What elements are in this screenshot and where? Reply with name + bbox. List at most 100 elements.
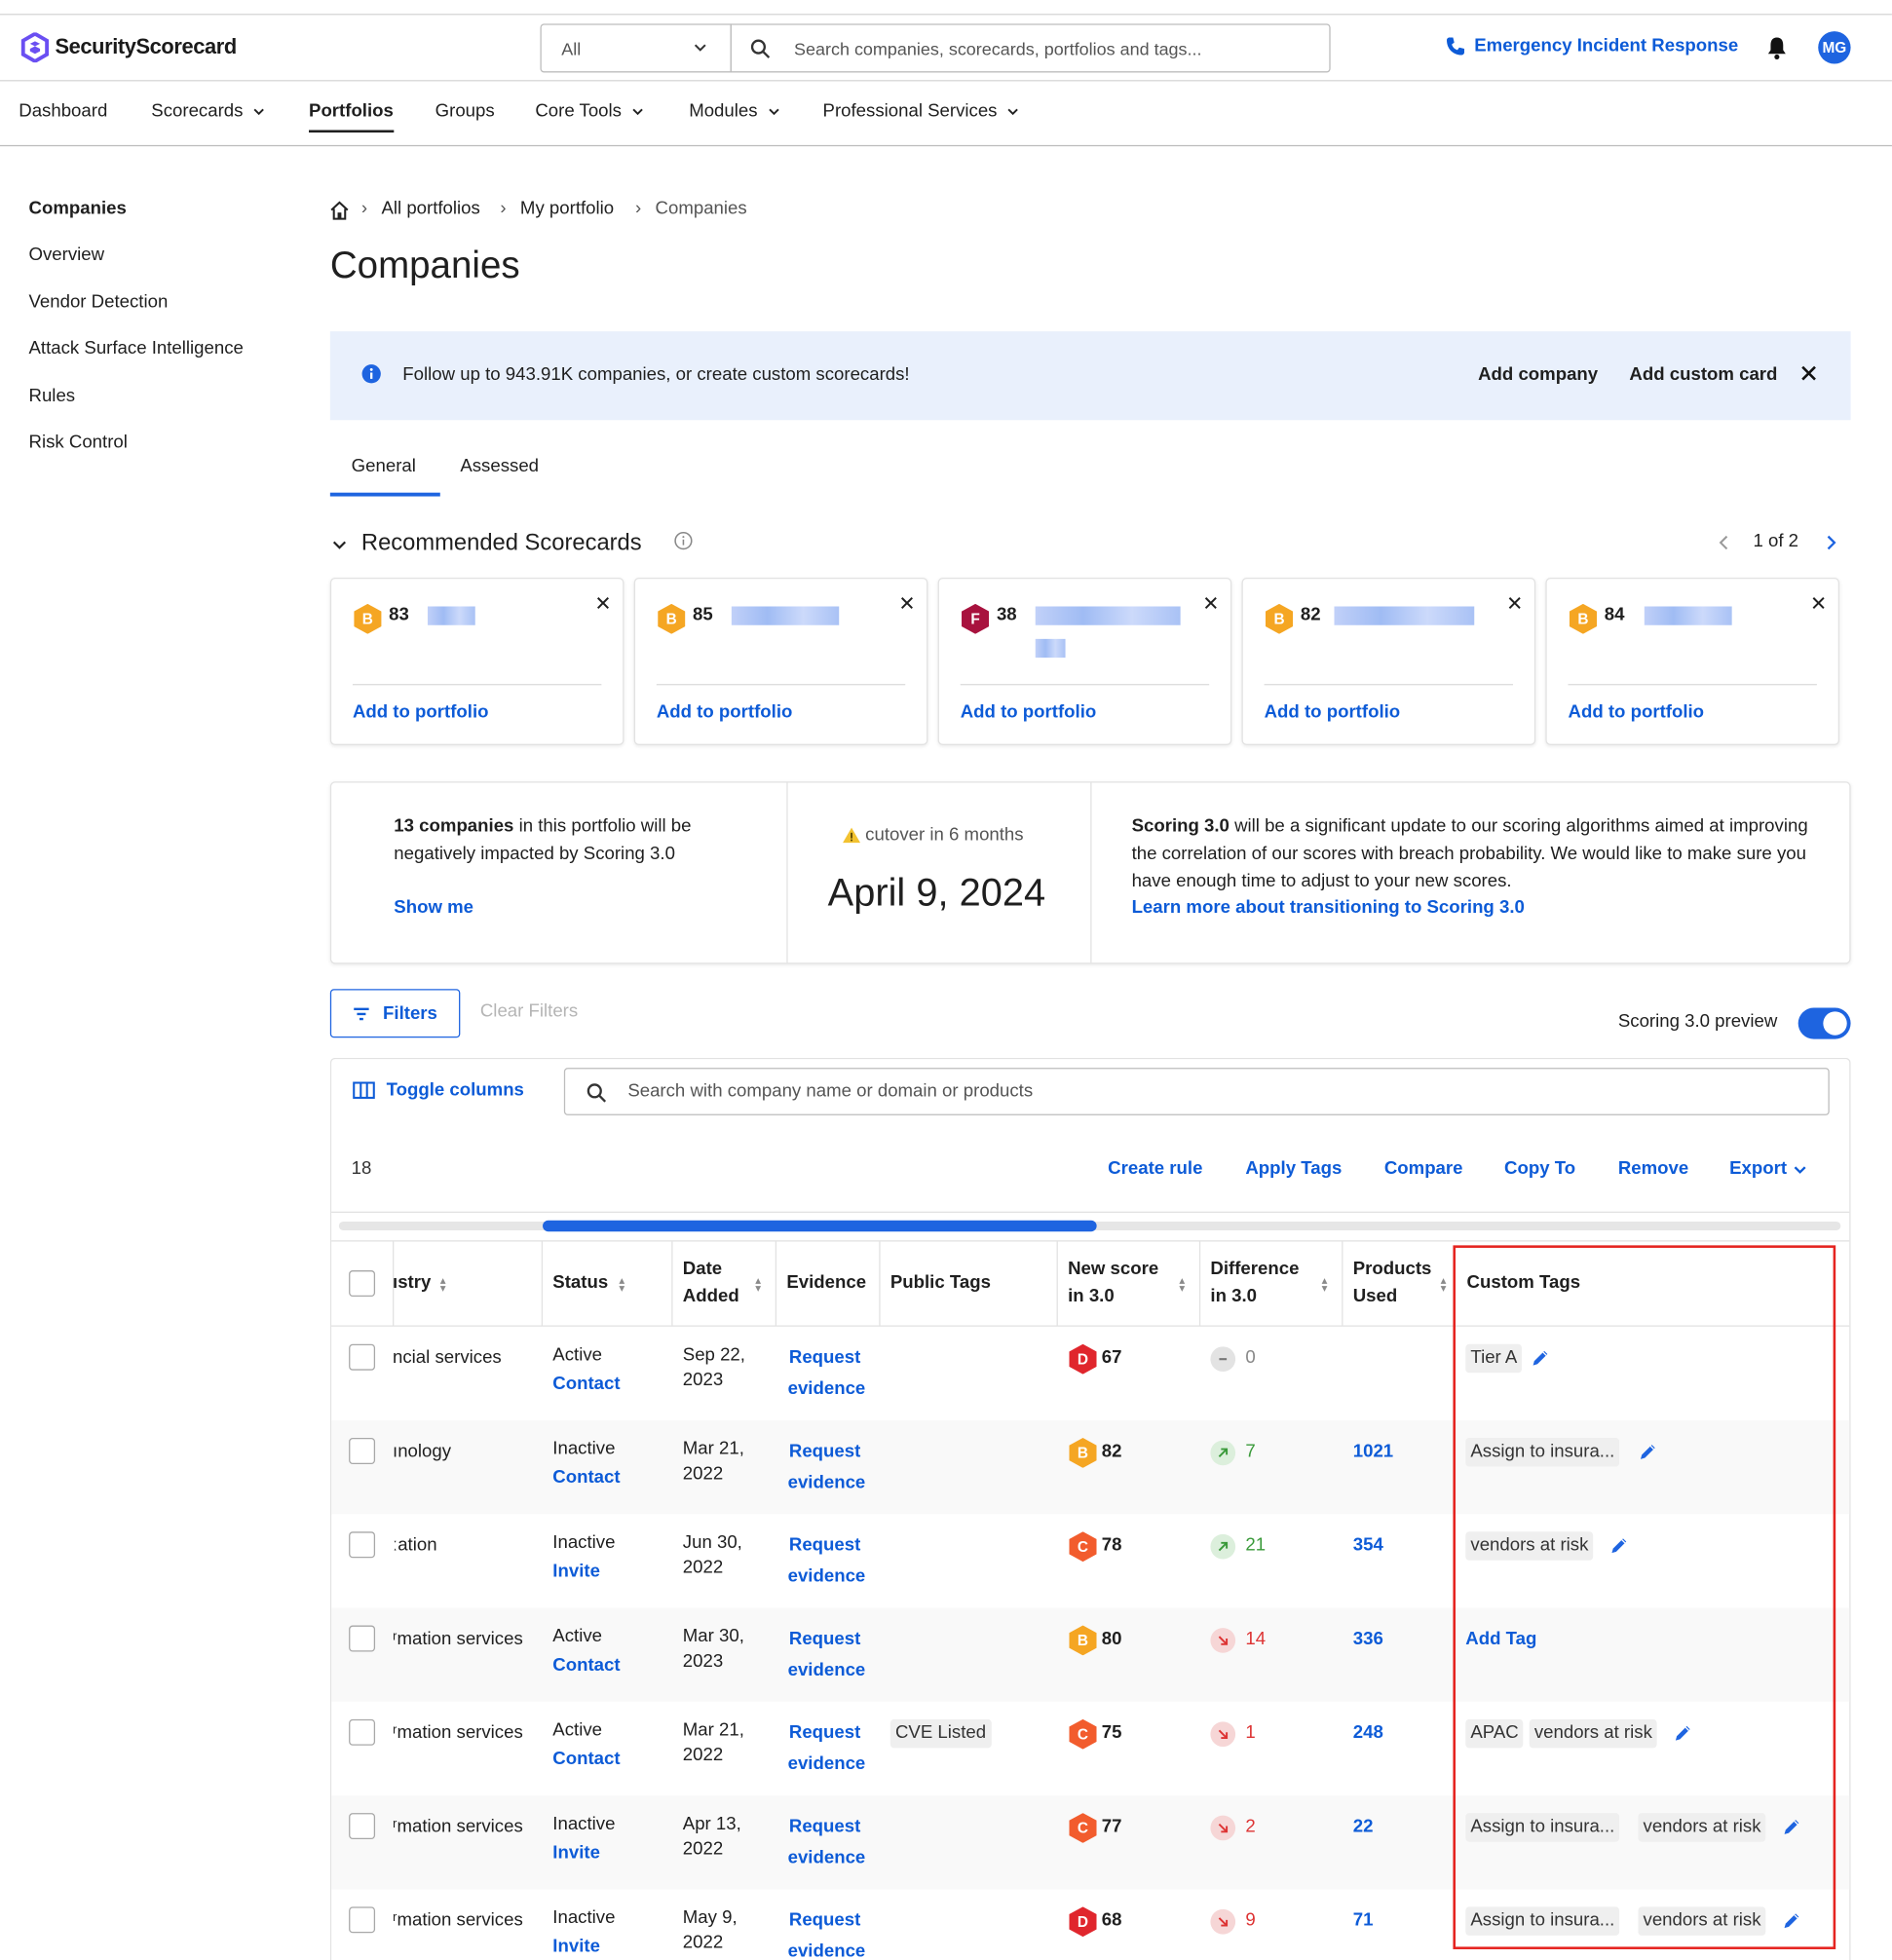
apply-tags-button[interactable]: Apply Tags xyxy=(1245,1159,1342,1180)
recommended-card[interactable]: B 85 ✕ Add to portfolio xyxy=(633,577,928,745)
request-evidence-link[interactable]: Request xyxy=(789,1719,860,1749)
add-to-portfolio-link[interactable]: Add to portfolio xyxy=(1265,702,1401,723)
sidebar-item-risk-control[interactable]: Risk Control xyxy=(29,433,128,453)
create-rule-button[interactable]: Create rule xyxy=(1108,1159,1202,1180)
add-to-portfolio-link[interactable]: Add to portfolio xyxy=(657,702,793,723)
sort-icon[interactable]: ▴ ▾ xyxy=(1179,1275,1185,1294)
nav-item-portfolios[interactable]: Portfolios xyxy=(309,101,394,133)
toggle-columns-button[interactable]: Toggle columns xyxy=(353,1080,524,1100)
col-header-date-added[interactable]: Date Added xyxy=(683,1256,739,1310)
nav-item-dashboard[interactable]: Dashboard xyxy=(19,101,107,122)
col-header-status[interactable]: Status xyxy=(552,1269,608,1297)
select-all-checkbox[interactable] xyxy=(349,1270,376,1297)
cell-status-action-link[interactable]: Contact xyxy=(552,1464,620,1493)
sort-icon[interactable]: ▴ ▾ xyxy=(755,1275,761,1294)
col-header-difference[interactable]: Difference in 3.0 xyxy=(1210,1256,1299,1310)
nav-item-professional-services[interactable]: Professional Services xyxy=(823,101,1020,121)
row-checkbox[interactable] xyxy=(349,1438,376,1464)
export-button[interactable]: Export xyxy=(1729,1159,1806,1179)
request-evidence-link[interactable]: evidence xyxy=(788,1563,866,1592)
add-to-portfolio-link[interactable]: Add to portfolio xyxy=(353,702,489,723)
recommended-card[interactable]: F 38 ✕ Add to portfolio xyxy=(937,577,1232,745)
row-checkbox[interactable] xyxy=(349,1906,376,1934)
row-checkbox[interactable] xyxy=(349,1718,376,1746)
tab-general[interactable]: General xyxy=(352,456,416,476)
cell-status-action-link[interactable]: Invite xyxy=(552,1558,600,1587)
dismiss-card-button[interactable]: ✕ xyxy=(594,591,611,617)
request-evidence-link[interactable]: evidence xyxy=(788,1751,866,1780)
nav-item-scorecards[interactable]: Scorecards xyxy=(151,101,265,121)
recommended-card[interactable]: B 84 ✕ Add to portfolio xyxy=(1545,577,1840,745)
request-evidence-link[interactable]: evidence xyxy=(788,1844,866,1873)
user-avatar[interactable]: MG xyxy=(1818,31,1851,64)
dismiss-card-button[interactable]: ✕ xyxy=(1202,591,1219,617)
add-custom-card-button[interactable]: Add custom card xyxy=(1629,365,1777,386)
cell-products-used-link[interactable]: 354 xyxy=(1353,1531,1383,1561)
horizontal-scrollbar-thumb[interactable] xyxy=(543,1220,1097,1232)
request-evidence-link[interactable]: evidence xyxy=(788,1376,866,1405)
compare-button[interactable]: Compare xyxy=(1384,1159,1463,1180)
close-icon[interactable] xyxy=(1800,365,1817,382)
breadcrumb-all-portfolios[interactable]: All portfolios xyxy=(381,199,479,219)
request-evidence-link[interactable]: Request xyxy=(789,1906,860,1936)
sidebar-item-vendor-detection[interactable]: Vendor Detection xyxy=(29,292,169,313)
show-me-link[interactable]: Show me xyxy=(394,894,473,922)
home-icon[interactable] xyxy=(329,200,351,221)
chevron-right-icon[interactable] xyxy=(1823,534,1837,551)
cell-status-action-link[interactable]: Contact xyxy=(552,1371,620,1400)
recommended-card[interactable]: B 83 ✕ Add to portfolio xyxy=(329,577,624,745)
clear-filters-button[interactable]: Clear Filters xyxy=(480,1001,578,1022)
cell-status-action-link[interactable]: Invite xyxy=(552,1839,600,1868)
breadcrumb-my-portfolio[interactable]: My portfolio xyxy=(520,199,614,219)
chevron-down-icon[interactable] xyxy=(331,537,348,553)
company-search-input[interactable]: Search with company name or domain or pr… xyxy=(563,1068,1830,1115)
sidebar-item-rules[interactable]: Rules xyxy=(29,387,76,407)
dismiss-card-button[interactable]: ✕ xyxy=(1810,591,1827,617)
sort-icon[interactable]: ▴ ▾ xyxy=(1322,1275,1328,1294)
row-checkbox[interactable] xyxy=(349,1531,376,1559)
sort-icon[interactable]: ▴ ▾ xyxy=(1441,1275,1447,1294)
cell-status-action-link[interactable]: Contact xyxy=(552,1746,620,1775)
learn-more-link[interactable]: Learn more about transitioning to Scorin… xyxy=(1132,894,1525,922)
col-header-products-used[interactable]: Products Used xyxy=(1353,1256,1432,1310)
dismiss-card-button[interactable]: ✕ xyxy=(898,591,915,617)
cell-products-used-link[interactable]: 248 xyxy=(1353,1719,1383,1749)
request-evidence-link[interactable]: Request xyxy=(789,1438,860,1467)
request-evidence-link[interactable]: Request xyxy=(789,1813,860,1842)
col-header-new-score[interactable]: New score in 3.0 xyxy=(1068,1256,1158,1310)
add-company-button[interactable]: Add company xyxy=(1478,365,1598,386)
emergency-incident-response-link[interactable]: Emergency Incident Response xyxy=(1446,36,1738,57)
notification-bell-icon[interactable] xyxy=(1765,35,1788,60)
row-checkbox[interactable] xyxy=(349,1343,376,1371)
cell-products-used-link[interactable]: 71 xyxy=(1353,1906,1374,1936)
nav-item-modules[interactable]: Modules xyxy=(689,101,779,121)
sort-icon[interactable]: ▴ ▾ xyxy=(440,1275,446,1294)
request-evidence-link[interactable]: Request xyxy=(789,1344,860,1374)
request-evidence-link[interactable]: evidence xyxy=(788,1657,866,1686)
recommended-card[interactable]: B 82 ✕ Add to portfolio xyxy=(1241,577,1536,745)
brand-logo[interactable]: SecurityScorecard xyxy=(20,32,237,63)
sidebar-item-companies[interactable]: Companies xyxy=(29,199,127,219)
request-evidence-link[interactable]: Request xyxy=(789,1626,860,1655)
sidebar-item-overview[interactable]: Overview xyxy=(29,245,105,266)
global-search-input[interactable]: Search companies, scorecards, portfolios… xyxy=(730,23,1331,73)
request-evidence-link[interactable]: Request xyxy=(789,1531,860,1561)
sidebar-item-attack-surface-intelligence[interactable]: Attack Surface Intelligence xyxy=(29,339,244,359)
dismiss-card-button[interactable]: ✕ xyxy=(1506,591,1523,617)
filters-button[interactable]: Filters xyxy=(329,989,461,1038)
info-outline-icon[interactable] xyxy=(674,531,693,550)
cell-products-used-link[interactable]: 336 xyxy=(1353,1626,1383,1655)
nav-item-groups[interactable]: Groups xyxy=(435,101,495,122)
search-scope-select[interactable]: All xyxy=(540,23,732,73)
add-to-portfolio-link[interactable]: Add to portfolio xyxy=(1569,702,1705,723)
row-checkbox[interactable] xyxy=(349,1813,376,1840)
add-to-portfolio-link[interactable]: Add to portfolio xyxy=(961,702,1097,723)
tab-assessed[interactable]: Assessed xyxy=(460,456,539,476)
row-checkbox[interactable] xyxy=(349,1625,376,1652)
request-evidence-link[interactable]: evidence xyxy=(788,1938,866,1960)
chevron-left-icon[interactable] xyxy=(1717,534,1731,551)
cell-products-used-link[interactable]: 1021 xyxy=(1353,1438,1393,1467)
sort-icon[interactable]: ▴ ▾ xyxy=(619,1275,624,1294)
remove-button[interactable]: Remove xyxy=(1618,1159,1688,1180)
nav-item-core-tools[interactable]: Core Tools xyxy=(535,101,644,121)
